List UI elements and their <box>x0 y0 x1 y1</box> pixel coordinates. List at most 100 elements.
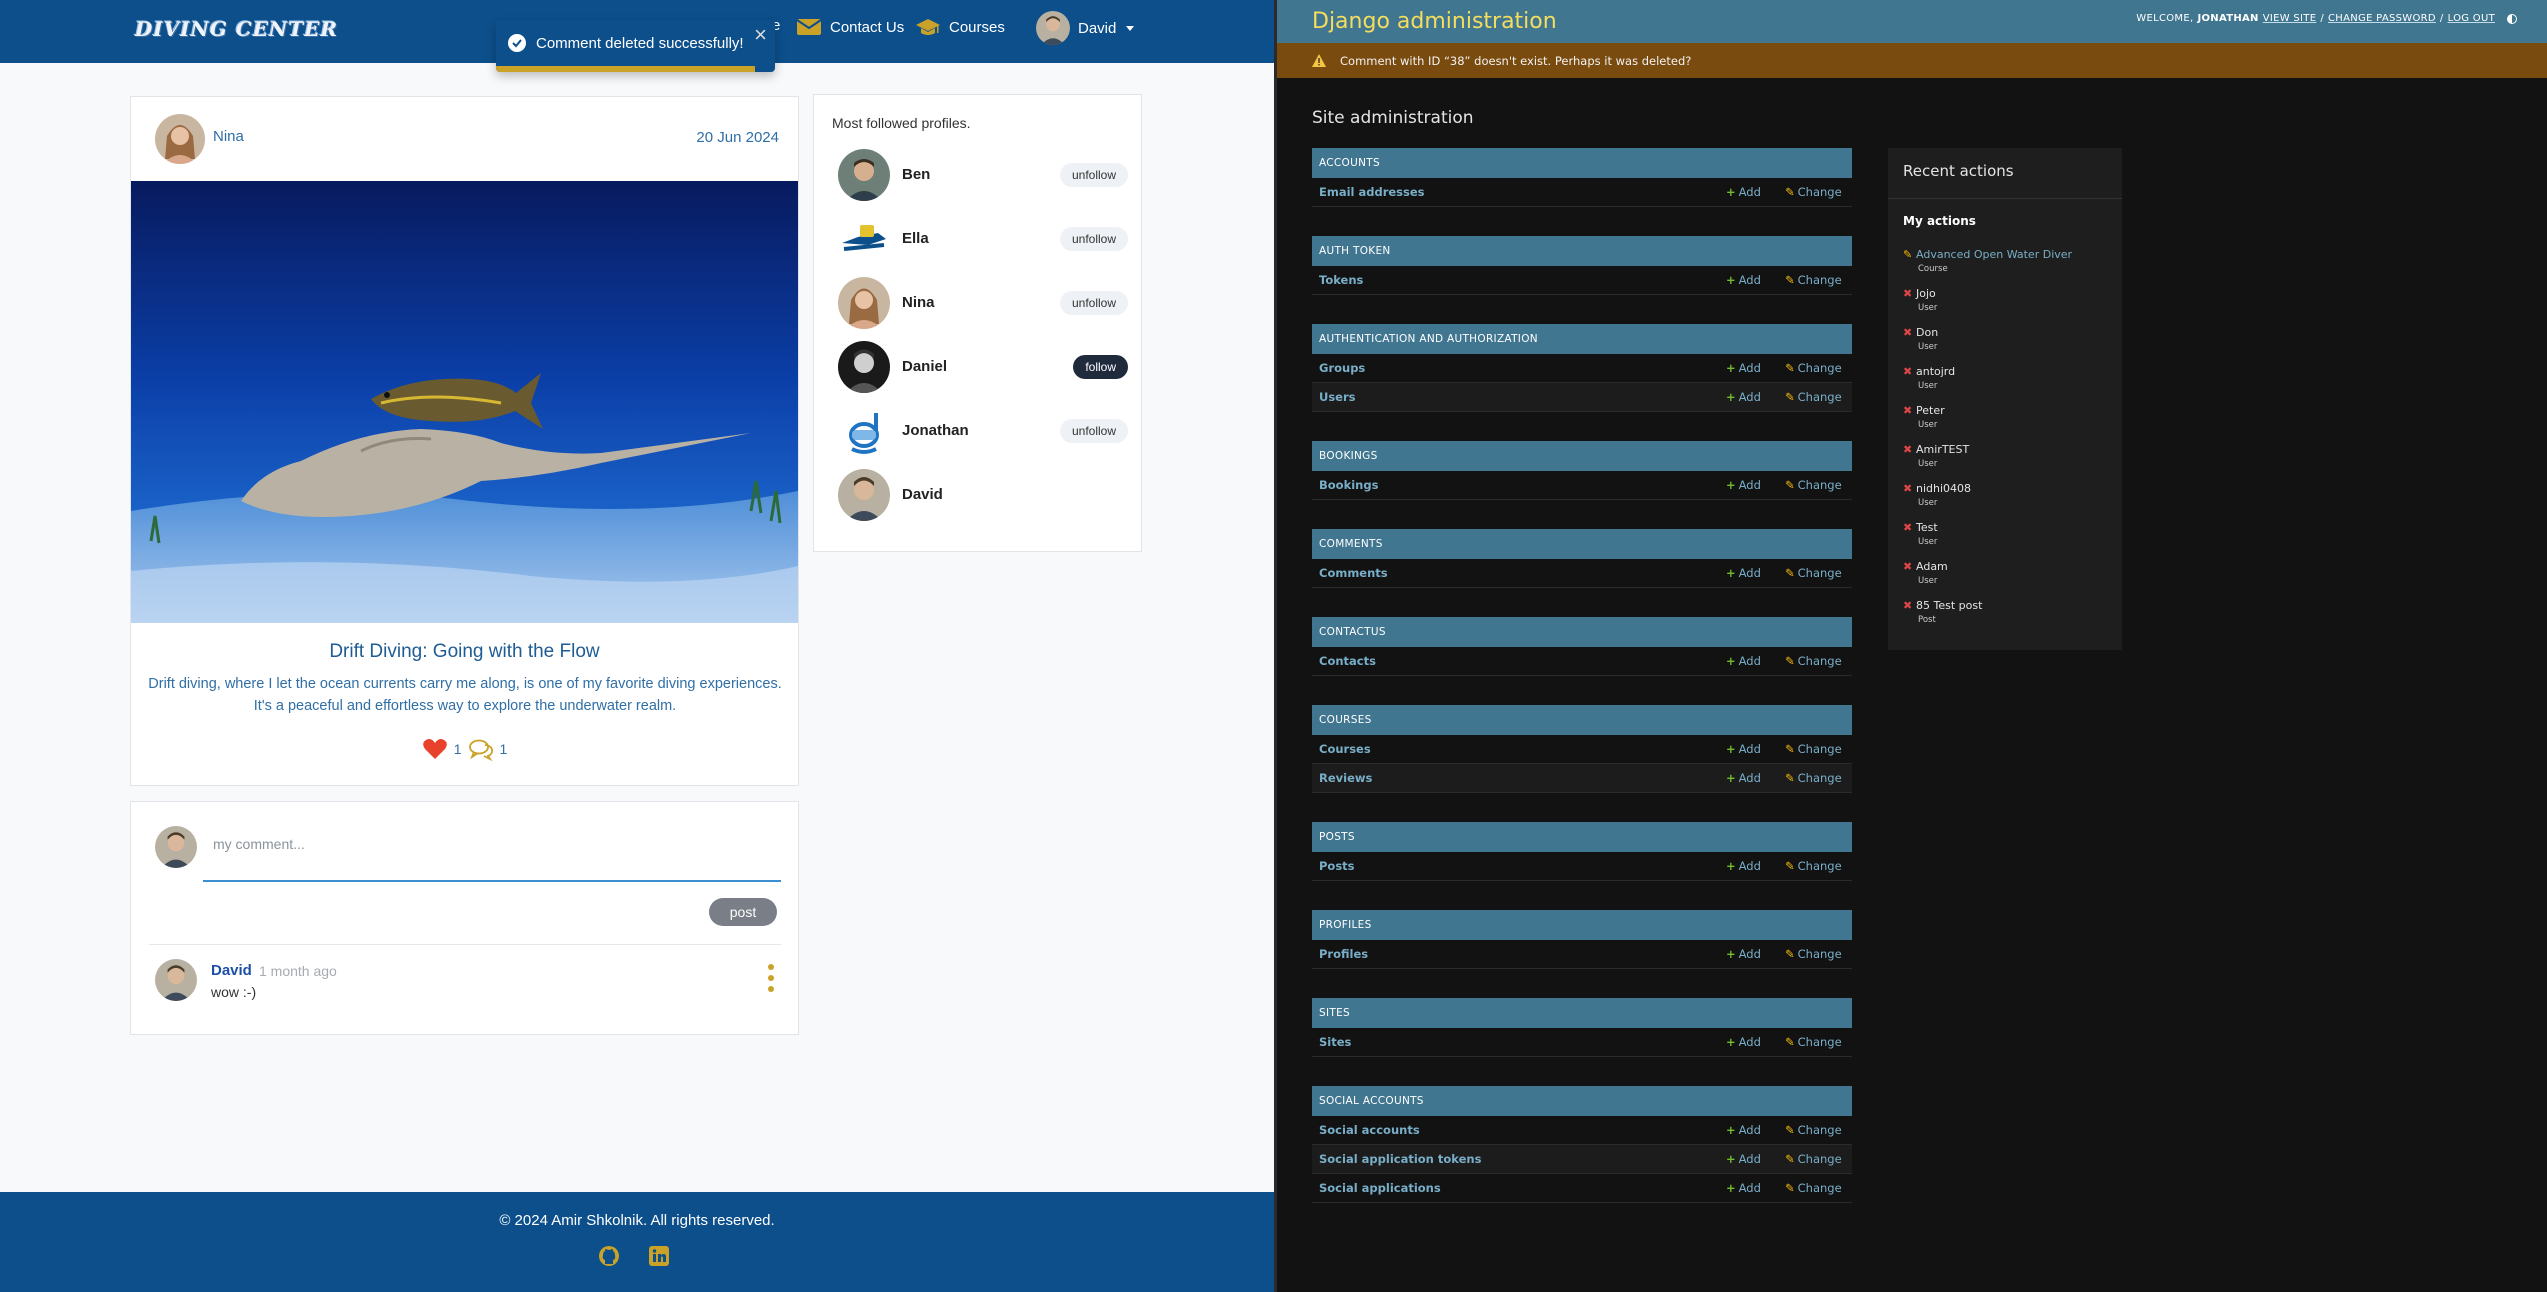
add-link[interactable]: + Add <box>1726 361 1761 375</box>
profile-avatar[interactable] <box>838 277 890 329</box>
recent-action-name[interactable]: Advanced Open Water Diver <box>1916 248 2072 261</box>
profile-avatar[interactable] <box>838 341 890 393</box>
admin-branding[interactable]: Django administration <box>1312 9 1557 34</box>
model-link[interactable]: Social accounts <box>1319 1123 1420 1137</box>
add-link[interactable]: + Add <box>1726 859 1761 873</box>
heart-icon[interactable] <box>422 737 448 761</box>
model-link[interactable]: Reviews <box>1319 771 1372 785</box>
change-link[interactable]: ✎ Change <box>1785 654 1842 668</box>
profile-name[interactable]: Ben <box>902 166 930 183</box>
add-link[interactable]: + Add <box>1726 273 1761 287</box>
change-link[interactable]: ✎ Change <box>1785 390 1842 404</box>
add-link[interactable]: + Add <box>1726 1035 1761 1049</box>
app-caption[interactable]: BOOKINGS <box>1312 441 1852 471</box>
comments-icon[interactable] <box>468 737 494 761</box>
add-link[interactable]: + Add <box>1726 1152 1761 1166</box>
add-link[interactable]: + Add <box>1726 654 1761 668</box>
app-caption[interactable]: ACCOUNTS <box>1312 148 1852 178</box>
change-link[interactable]: ✎ Change <box>1785 859 1842 873</box>
change-link[interactable]: ✎ Change <box>1785 742 1842 756</box>
change-link[interactable]: ✎ Change <box>1785 1181 1842 1195</box>
app-caption[interactable]: COMMENTS <box>1312 529 1852 559</box>
app-caption[interactable]: PROFILES <box>1312 910 1852 940</box>
profile-name[interactable]: Jonathan <box>902 422 969 439</box>
app-caption[interactable]: AUTHENTICATION AND AUTHORIZATION <box>1312 324 1852 354</box>
profile-name[interactable]: Ella <box>902 230 929 247</box>
add-link[interactable]: + Add <box>1726 947 1761 961</box>
change-link[interactable]: ✎ Change <box>1785 478 1842 492</box>
post-comment-button[interactable]: post <box>709 898 777 926</box>
add-link[interactable]: + Add <box>1726 1123 1761 1137</box>
profile-name[interactable]: David <box>902 486 943 503</box>
comment-author-avatar[interactable] <box>155 959 197 1001</box>
add-link[interactable]: + Add <box>1726 185 1761 199</box>
profile-name[interactable]: Nina <box>902 294 935 311</box>
nav-user-dropdown[interactable]: David <box>1036 11 1135 45</box>
add-link[interactable]: + Add <box>1726 771 1761 785</box>
model-link[interactable]: Contacts <box>1319 654 1376 668</box>
app-caption[interactable]: POSTS <box>1312 822 1852 852</box>
change-link[interactable]: ✎ Change <box>1785 361 1842 375</box>
change-link[interactable]: ✎ Change <box>1785 1123 1842 1137</box>
change-link[interactable]: ✎ Change <box>1785 273 1842 287</box>
model-link[interactable]: Courses <box>1319 742 1371 756</box>
profile-name[interactable]: Daniel <box>902 358 947 375</box>
model-link[interactable]: Profiles <box>1319 947 1368 961</box>
model-link[interactable]: Users <box>1319 390 1356 404</box>
add-link[interactable]: + Add <box>1726 566 1761 580</box>
app-caption[interactable]: CONTACTUS <box>1312 617 1852 647</box>
model-link[interactable]: Tokens <box>1319 273 1363 287</box>
view-site-link[interactable]: VIEW SITE <box>2263 13 2317 24</box>
app-caption[interactable]: SITES <box>1312 998 1852 1028</box>
add-link[interactable]: + Add <box>1726 478 1761 492</box>
add-link[interactable]: + Add <box>1726 742 1761 756</box>
model-link[interactable]: Email addresses <box>1319 185 1425 199</box>
change-link[interactable]: ✎ Change <box>1785 1035 1842 1049</box>
site-logo[interactable]: DIVING CENTER <box>135 12 338 46</box>
add-link[interactable]: + Add <box>1726 1181 1761 1195</box>
unfollow-button[interactable]: unfollow <box>1059 291 1128 315</box>
model-link[interactable]: Bookings <box>1319 478 1378 492</box>
theme-toggle-icon[interactable] <box>2507 13 2517 24</box>
model-link[interactable]: Sites <box>1319 1035 1351 1049</box>
warning-text: Comment with ID “38” doesn't exist. Perh… <box>1340 53 1692 68</box>
comment-author-name[interactable]: David <box>211 962 252 979</box>
github-icon[interactable] <box>597 1244 621 1268</box>
linkedin-icon[interactable] <box>647 1244 671 1268</box>
post-author-name[interactable]: Nina <box>213 128 244 145</box>
change-link[interactable]: ✎ Change <box>1785 185 1842 199</box>
unfollow-button[interactable]: unfollow <box>1059 227 1128 251</box>
profile-avatar[interactable] <box>838 149 890 201</box>
model-link[interactable]: Social application tokens <box>1319 1152 1481 1166</box>
delete-icon: ✖ <box>1903 404 1913 417</box>
comment-input[interactable] <box>203 822 781 882</box>
change-password-link[interactable]: CHANGE PASSWORD <box>2328 13 2436 24</box>
model-link[interactable]: Groups <box>1319 361 1365 375</box>
model-link[interactable]: Comments <box>1319 566 1388 580</box>
change-link[interactable]: ✎ Change <box>1785 947 1842 961</box>
nav-courses-link[interactable]: Courses <box>915 16 1005 38</box>
profile-avatar[interactable] <box>838 405 890 457</box>
unfollow-button[interactable]: unfollow <box>1059 163 1128 187</box>
post-author-avatar[interactable] <box>155 114 205 164</box>
change-link[interactable]: ✎ Change <box>1785 1152 1842 1166</box>
add-link[interactable]: + Add <box>1726 390 1761 404</box>
nav-contact-link[interactable]: Contact Us <box>796 16 904 38</box>
unfollow-button[interactable]: unfollow <box>1059 419 1128 443</box>
logout-link[interactable]: LOG OUT <box>2448 13 2495 24</box>
post-title[interactable]: Drift Diving: Going with the Flow <box>131 641 798 663</box>
change-link[interactable]: ✎ Change <box>1785 771 1842 785</box>
change-link[interactable]: ✎ Change <box>1785 566 1842 580</box>
recent-action-item: ✖ Don User <box>1903 321 2113 352</box>
profile-avatar[interactable] <box>838 213 890 265</box>
profile-avatar[interactable] <box>838 469 890 521</box>
toast-close-button[interactable]: × <box>754 24 767 46</box>
app-list: ACCOUNTS Email addresses + Add ✎ Change AUTH T… <box>1312 148 1852 1232</box>
model-link[interactable]: Posts <box>1319 859 1355 873</box>
model-link[interactable]: Social applications <box>1319 1181 1441 1195</box>
follow-button[interactable]: follow <box>1073 355 1128 379</box>
app-caption[interactable]: AUTH TOKEN <box>1312 236 1852 266</box>
app-caption[interactable]: SOCIAL ACCOUNTS <box>1312 1086 1852 1116</box>
kebab-menu-icon[interactable] <box>765 964 777 992</box>
app-caption[interactable]: COURSES <box>1312 705 1852 735</box>
